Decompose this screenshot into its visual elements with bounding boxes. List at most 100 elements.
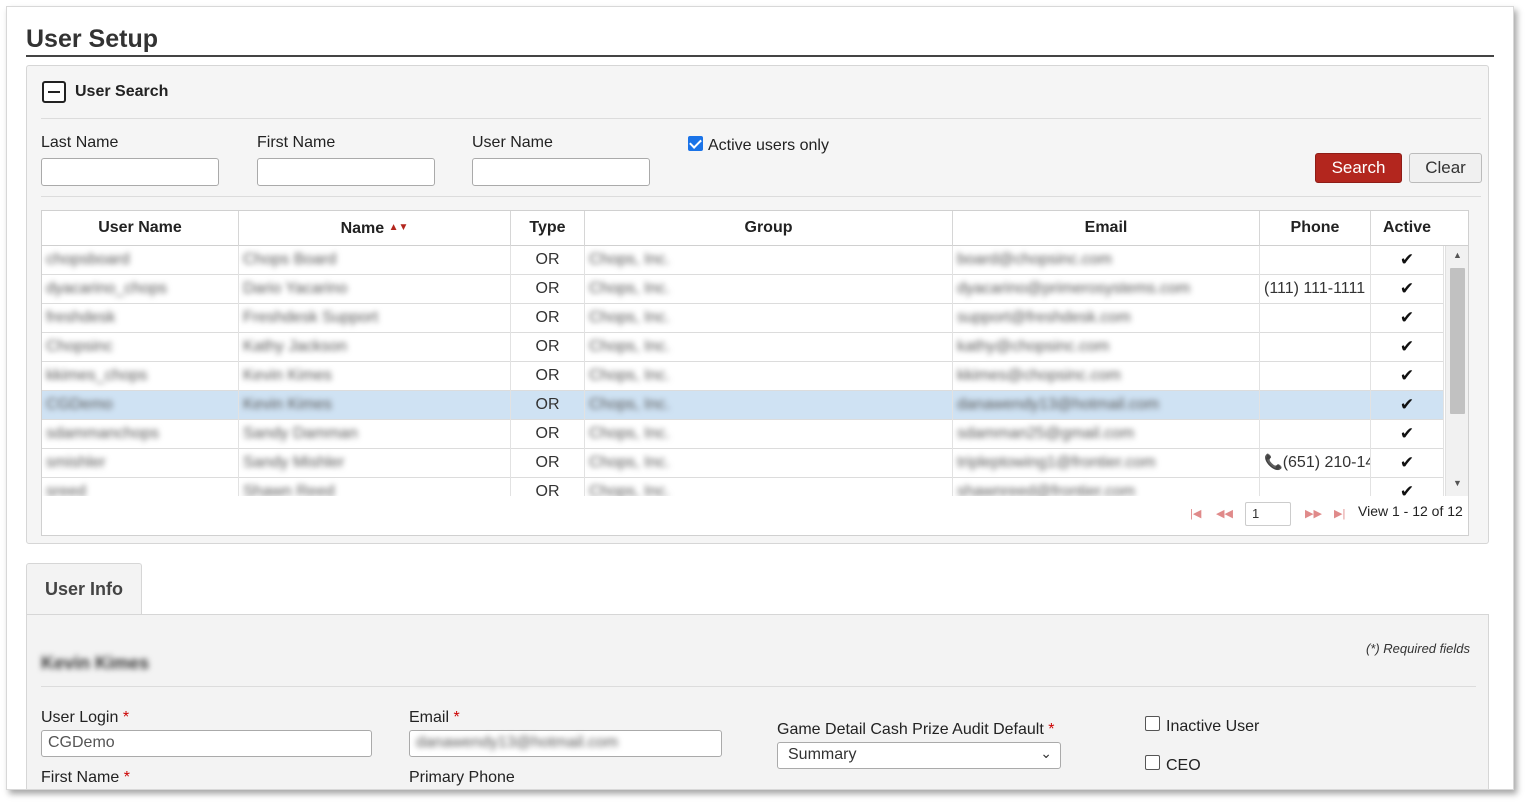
- cell-active: ✔: [1371, 420, 1444, 449]
- user-login-label-text: User Login: [41, 709, 119, 726]
- cell-type: OR: [511, 478, 585, 496]
- table-row[interactable]: chopsboard Chops Board OR Chops, Inc. board@…: [42, 246, 1444, 275]
- first-page-icon[interactable]: |◀: [1190, 507, 1201, 520]
- table-row[interactable]: sreed Shawn Reed OR Chops, Inc. shawnreed@fr…: [42, 478, 1444, 496]
- table-row[interactable]: dyacarino_chops Dario Yacarino OR Chops, In…: [42, 275, 1444, 304]
- cell-active-text: ✔: [1399, 424, 1415, 443]
- table-row[interactable]: freshdesk Freshdesk Support OR Chops, Inc. s…: [42, 304, 1444, 333]
- scrollbar-thumb[interactable]: [1450, 268, 1465, 414]
- cell-name-text: Dario Yacarino: [243, 280, 348, 297]
- scroll-down-icon[interactable]: ▼: [1453, 478, 1462, 488]
- cell-name-text: Kevin Kimes: [243, 367, 332, 384]
- cell-user-name: freshdesk: [42, 304, 239, 333]
- clear-button[interactable]: Clear: [1409, 153, 1482, 183]
- last-name-input[interactable]: [41, 158, 219, 186]
- column-header-phone[interactable]: Phone: [1260, 211, 1371, 246]
- search-button[interactable]: Search: [1315, 153, 1402, 183]
- grid-scrollbar[interactable]: ▲ ▼: [1445, 246, 1468, 496]
- cell-user-name: dyacarino_chops: [42, 275, 239, 304]
- inactive-user-checkbox[interactable]: [1145, 716, 1160, 731]
- app-window: User Setup User Search Last Name First N…: [6, 6, 1514, 790]
- cell-name: Kevin Kimes: [239, 391, 511, 420]
- cell-phone: 📞(651) 210-14: [1260, 449, 1371, 478]
- cell-user-name-text: freshdesk: [46, 309, 116, 326]
- cell-user-name: CGDemo: [42, 391, 239, 420]
- cell-user-name-text: dyacarino_chops: [46, 280, 167, 297]
- cell-group: Chops, Inc.: [585, 391, 953, 420]
- cell-active-text: ✔: [1399, 279, 1415, 298]
- cell-email-text: sdamman25@gmail.com: [957, 425, 1135, 442]
- cell-group-text: Chops, Inc.: [589, 396, 670, 413]
- tab-user-info[interactable]: User Info: [26, 563, 142, 615]
- collapse-minus-icon[interactable]: [42, 81, 66, 103]
- user-info-panel: (*) Required fields Kevin Kimes User Log…: [26, 614, 1489, 789]
- cell-active-text: ✔: [1399, 395, 1415, 414]
- column-header-active[interactable]: Active: [1371, 211, 1443, 246]
- required-asterisk: *: [122, 709, 130, 726]
- cell-name: Sandy Damman: [239, 420, 511, 449]
- ceo-checkbox[interactable]: [1145, 755, 1160, 770]
- cell-email-text: dyacarino@primerosystems.com: [957, 280, 1191, 297]
- cell-user-name-text: sdammanchops: [46, 425, 159, 442]
- cell-type-text: OR: [535, 251, 560, 268]
- table-row[interactable]: sdammanchops Sandy Damman OR Chops, Inc. sda…: [42, 420, 1444, 449]
- email-input[interactable]: danawendy13@hotmail.com: [409, 730, 722, 757]
- cell-group: Chops, Inc.: [585, 246, 953, 275]
- column-header-user-name[interactable]: User Name: [42, 211, 239, 246]
- column-header-email[interactable]: Email: [953, 211, 1260, 246]
- cell-active-text: ✔: [1399, 366, 1415, 385]
- first-name-label: First Name: [257, 134, 336, 151]
- cell-group-text: Chops, Inc.: [589, 425, 670, 442]
- table-row[interactable]: Chopsinc Kathy Jackson OR Chops, Inc. kathy@…: [42, 333, 1444, 362]
- page-number-input[interactable]: 1: [1245, 502, 1291, 526]
- column-header-group[interactable]: Group: [585, 211, 953, 246]
- last-page-icon[interactable]: ▶|: [1334, 507, 1345, 520]
- cell-active-text: ✔: [1399, 250, 1415, 269]
- cell-name-text: Sandy Mishler: [243, 454, 345, 471]
- cell-email: kathy@chopsinc.com: [953, 333, 1260, 362]
- column-header-type[interactable]: Type: [511, 211, 585, 246]
- required-asterisk: *: [123, 769, 130, 786]
- active-only-checkbox[interactable]: [688, 136, 703, 151]
- column-header-name[interactable]: Name ▲▼: [239, 211, 511, 246]
- cell-active-text: ✔: [1399, 482, 1415, 496]
- cell-phone: (111) 111-1111: [1260, 275, 1371, 304]
- primary-phone-label: Primary Phone: [409, 769, 515, 786]
- cell-active: ✔: [1371, 304, 1444, 333]
- user-name-label: User Name: [472, 134, 553, 151]
- first-name-input[interactable]: [257, 158, 435, 186]
- cell-type-text: OR: [535, 280, 560, 297]
- scroll-up-icon[interactable]: ▲: [1453, 250, 1462, 260]
- cell-group-text: Chops, Inc.: [589, 367, 670, 384]
- cell-type-text: OR: [535, 454, 560, 471]
- next-page-icon[interactable]: ▶▶: [1305, 507, 1322, 520]
- required-fields-note: (*) Required fields: [1365, 641, 1470, 656]
- cell-email-text: kkimes@chopsinc.com: [957, 367, 1121, 384]
- prev-page-icon[interactable]: ◀◀: [1216, 507, 1233, 520]
- cell-active: ✔: [1371, 275, 1444, 304]
- cell-phone: [1260, 304, 1371, 333]
- cell-active-text: ✔: [1399, 453, 1415, 472]
- cell-active-text: ✔: [1399, 337, 1415, 356]
- cell-phone-text: (651) 210-14: [1282, 454, 1371, 471]
- phone-icon[interactable]: 📞: [1264, 454, 1283, 471]
- table-row[interactable]: CGDemo Kevin Kimes OR Chops, Inc. danawendy1…: [42, 391, 1444, 420]
- cell-email-text: board@chopsinc.com: [957, 251, 1112, 268]
- cell-type-text: OR: [535, 425, 560, 442]
- table-row[interactable]: smishler Sandy Mishler OR Chops, Inc. triple…: [42, 449, 1444, 478]
- cell-user-name-text: sreed: [46, 483, 87, 496]
- table-row[interactable]: kkimes_chops Kevin Kimes OR Chops, Inc. kkim…: [42, 362, 1444, 391]
- cell-email: kkimes@chopsinc.com: [953, 362, 1260, 391]
- cell-group: Chops, Inc.: [585, 449, 953, 478]
- last-name-label: Last Name: [41, 134, 119, 151]
- cell-email: tripleptowing1@frontier.com: [953, 449, 1260, 478]
- game-detail-select[interactable]: Summary ⌄: [777, 742, 1061, 769]
- email-label-text: Email: [409, 709, 450, 726]
- user-login-input[interactable]: CGDemo: [41, 730, 372, 757]
- cell-type-text: OR: [535, 309, 560, 326]
- user-name-input[interactable]: [472, 158, 650, 186]
- active-only-label: Active users only: [708, 137, 829, 154]
- title-divider: [26, 55, 1494, 57]
- cell-email-text: tripleptowing1@frontier.com: [957, 454, 1156, 471]
- pager-view-text: View 1 - 12 of 12: [1358, 503, 1463, 519]
